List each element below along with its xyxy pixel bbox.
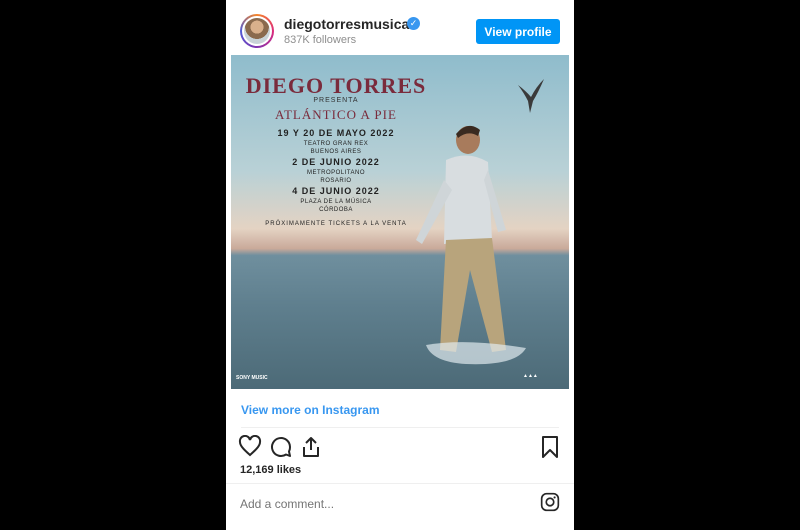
username[interactable]: diegotorresmusica <box>284 16 409 32</box>
seagull-icon <box>518 79 544 113</box>
followers-count: 837K followers <box>284 34 357 46</box>
bookmark-icon[interactable] <box>538 435 562 459</box>
poster-artist: DIEGO TORRES <box>245 73 427 98</box>
likes-count: 12,169 likes <box>240 464 302 476</box>
view-profile-button[interactable]: View profile <box>476 19 560 44</box>
promoter-logo: ▲▲▲ <box>523 373 538 379</box>
verified-badge-icon: ✓ <box>407 17 420 30</box>
divider <box>226 483 574 484</box>
instagram-icon[interactable] <box>540 492 560 512</box>
comment-input[interactable] <box>240 496 490 512</box>
sony-music-logo: SONY MUSIC <box>236 375 268 381</box>
heart-icon[interactable] <box>238 435 262 459</box>
divider <box>241 427 559 428</box>
post-image[interactable]: DIEGO TORRES PRESENTA ATLÁNTICO A PIE 19… <box>231 55 569 389</box>
view-more-link[interactable]: View more on Instagram <box>241 403 380 417</box>
post-header: diegotorresmusica ✓ 837K followers View … <box>226 0 574 60</box>
comment-icon[interactable] <box>269 435 293 459</box>
avatar[interactable] <box>240 14 274 48</box>
instagram-embed-card: diegotorresmusica ✓ 837K followers View … <box>226 0 574 530</box>
poster-presenta: PRESENTA <box>313 97 359 104</box>
share-icon[interactable] <box>299 435 323 459</box>
man-walking-illustration <box>416 125 526 365</box>
